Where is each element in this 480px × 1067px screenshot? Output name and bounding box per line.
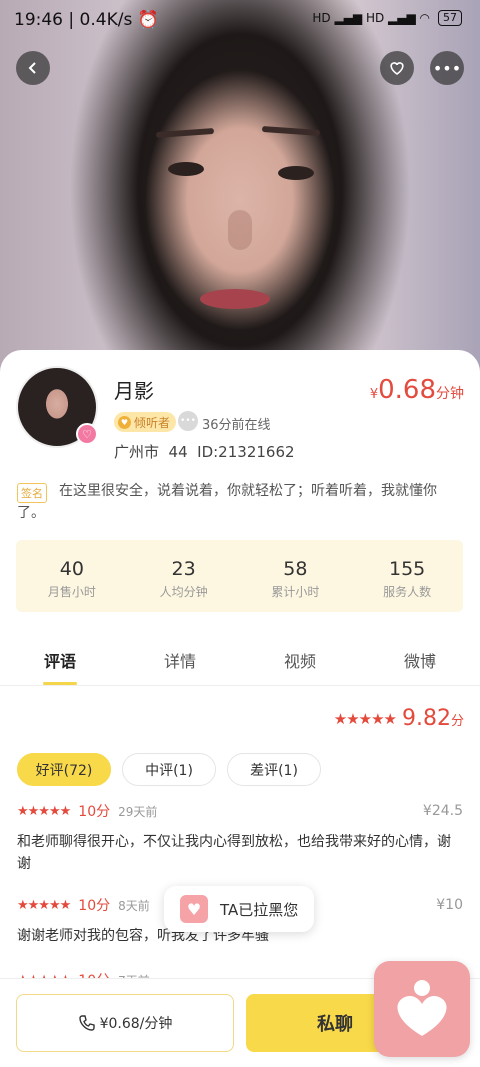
heart-icon: ♥ [180,895,208,923]
photo-detail [200,289,270,309]
price: ¥0.68分钟 [369,375,464,405]
status-bar: 19:46 | 0.4K/s ⏰ HD ▂▄▆ HD ▂▄▆ ◠ 57 [0,0,480,40]
more-button[interactable]: ••• [430,51,464,85]
review-item: ★★★★★ 10分 29天前 ¥24.5 和老师聊得很开心，不仅让我内心得到放松… [17,801,463,875]
profile-name: 月影 [114,379,154,403]
review-time: 8天前 [118,898,150,913]
tab-videos[interactable]: 视频 [240,630,360,685]
toast-text: TA已拉黑您 [220,900,299,919]
stat-avg-minutes: 23 人均分钟 [159,558,208,599]
floating-heart-button[interactable] [374,961,470,1057]
photo-detail [155,127,215,139]
battery-icon: 57 [438,10,462,26]
stat-monthly-hours: 40 月售小时 [47,558,96,599]
star-icon: ★★★★★ [17,897,71,913]
review-score: 10分 [78,898,111,914]
heart-icon [390,62,404,75]
photo-detail [261,125,321,137]
review-score: 10分 [78,804,111,820]
call-button[interactable]: ¥0.68/分钟 [16,994,234,1052]
stat-total-hours: 58 累计小时 [271,558,320,599]
heart-icon: ♥ [118,415,131,429]
stat-served-people: 155 服务人数 [383,558,432,599]
photo-detail [228,210,252,250]
more-icon: ••• [432,58,462,78]
filter-negative[interactable]: 差评(1) [227,753,321,786]
signal-icon: HD ▂▄▆ HD ▂▄▆ ◠ [312,11,430,25]
tab-weibo[interactable]: 微博 [360,630,480,685]
phone-icon [78,1015,95,1031]
stats-panel: 40 月售小时 23 人均分钟 58 累计小时 155 服务人数 [16,540,463,612]
blocked-toast: ♥ TA已拉黑您 [164,886,314,932]
photo-detail [168,162,204,176]
signature-badge: 签名 [17,483,47,503]
status-icons: HD ▂▄▆ HD ▂▄▆ ◠ 57 [312,10,462,26]
heart-person-icon [397,980,447,1036]
status-time-speed: 19:46 | 0.4K/s ⏰ [14,10,159,30]
rating-score: 9.82分 [402,706,464,731]
favorite-button[interactable] [380,51,414,85]
filter-neutral[interactable]: 中评(1) [122,753,216,786]
tab-reviews[interactable]: 评语 [0,630,120,685]
review-amount: ¥24.5 [422,803,463,819]
back-button[interactable] [16,51,50,85]
signature-text: 在这里很安全，说着说着，你就轻松了；听着听着，我就懂你了。 [17,483,437,521]
listener-badge-icon: ♡ [76,423,98,445]
back-arrow-icon [28,62,36,74]
tab-bar: 评语 详情 视频 微博 [0,630,480,686]
chat-bubble-icon: ••• [178,411,198,431]
overall-rating: ★★★★★ 9.82分 [334,706,464,731]
online-status: 36分前在线 [202,418,271,433]
tab-details[interactable]: 详情 [120,630,240,685]
location-age-id: 广州市 44 ID:21321662 [114,443,295,461]
star-icon: ★★★★★ [17,803,71,819]
filter-positive[interactable]: 好评(72) [17,753,111,786]
role-tag: ♥ 倾听者 [114,412,177,432]
review-time: 29天前 [118,804,158,819]
review-amount: ¥10 [436,897,463,913]
star-icon: ★★★★★ [333,709,397,728]
review-text: 和老师聊得很开心，不仅让我内心得到放松，也给我带来好的心情，谢谢 [17,834,451,872]
photo-detail [278,166,314,180]
